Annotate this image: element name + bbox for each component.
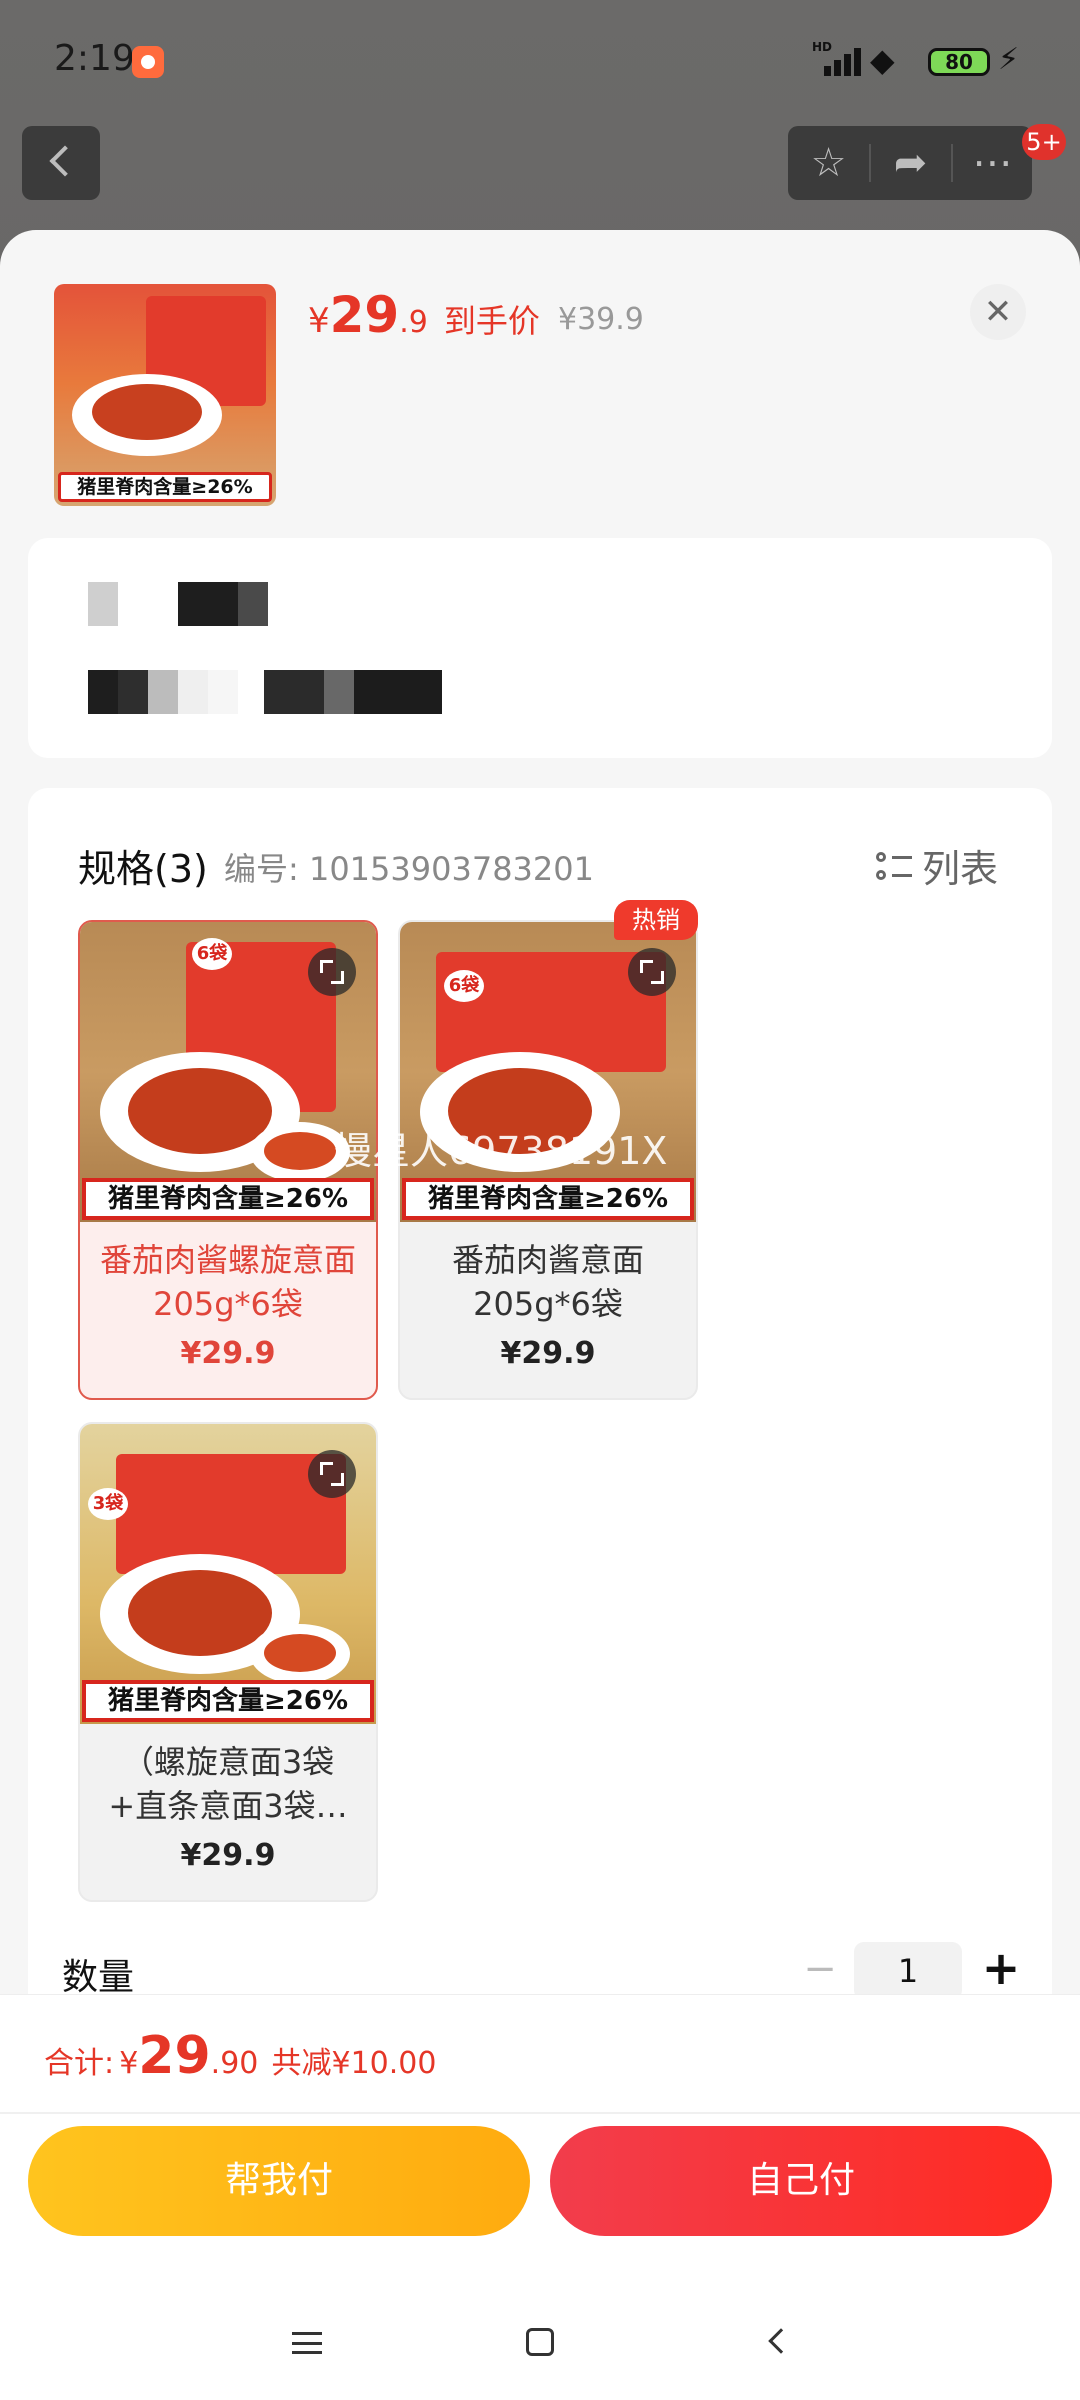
- sku-qty-tag: 6袋: [444, 970, 484, 1002]
- signal-icon: HD: [812, 40, 868, 76]
- final-price-label: 到手价: [443, 302, 540, 340]
- total-savings: 共减¥10.00: [271, 2046, 437, 2081]
- quantity-label: 数量: [62, 1957, 135, 1998]
- total-label: 合计:: [44, 2046, 115, 2081]
- recent-apps-icon[interactable]: [292, 2332, 322, 2354]
- quantity-plus-button[interactable]: +: [976, 1940, 1026, 1996]
- vpn-diamond-icon: ◆: [870, 41, 895, 79]
- sku-name: 番茄肉酱螺旋意面 205g*6袋: [99, 1241, 356, 1323]
- original-price: ¥39.9: [558, 302, 644, 337]
- sku-qty-tag: 3袋: [88, 1488, 128, 1520]
- close-icon: ✕: [983, 292, 1013, 332]
- final-price: ¥29.9 到手价: [308, 286, 540, 344]
- thumbnail-strip-label: 猪里脊肉含量≥26%: [58, 472, 272, 502]
- help-me-pay-button[interactable]: 帮我付: [28, 2126, 530, 2236]
- charging-icon: ⚡: [998, 42, 1020, 77]
- expand-icon[interactable]: [628, 948, 676, 996]
- sku-price: ¥29.9: [500, 1336, 596, 1371]
- quantity-input[interactable]: 1: [854, 1942, 962, 2000]
- favorite-star-icon[interactable]: ☆: [788, 126, 869, 200]
- sku-price: ¥29.9: [180, 1336, 276, 1371]
- spec-title: 规格(3): [78, 847, 208, 891]
- status-time: 2:19: [54, 38, 135, 79]
- status-bar: 2:19 HD ◆ 80 ⚡: [0, 0, 1080, 120]
- sku-name: 番茄肉酱意面 205g*6袋: [451, 1241, 644, 1323]
- address-card-redacted[interactable]: [28, 538, 1052, 758]
- nav-action-group: ☆ ➦ ⋯: [788, 126, 1032, 200]
- home-icon[interactable]: [526, 2328, 554, 2356]
- system-nav-bar: [0, 2284, 1080, 2400]
- expand-icon[interactable]: [308, 1450, 356, 1498]
- sku-option-1[interactable]: 6袋 猪里脊肉含量≥26% 番茄肉酱螺旋意面 205g*6袋 ¥29.9: [78, 920, 378, 1400]
- expand-icon[interactable]: [308, 948, 356, 996]
- notification-badge: 5+: [1022, 124, 1066, 160]
- spec-code: 编号: 10153903783201: [224, 850, 594, 888]
- sku-strip-label: 猪里脊肉含量≥26%: [402, 1178, 694, 1220]
- watermark: 慢星人69738191X: [334, 1129, 668, 1173]
- sku-price: ¥29.9: [180, 1838, 276, 1873]
- sku-name: （螺旋意面3袋 +直条意面3袋…: [108, 1743, 348, 1825]
- back-button[interactable]: [22, 126, 100, 200]
- close-button[interactable]: ✕: [970, 284, 1026, 340]
- sku-qty-tag: 6袋: [192, 938, 232, 970]
- sku-strip-label: 猪里脊肉含量≥26%: [82, 1680, 374, 1722]
- hot-sale-badge: 热销: [614, 900, 698, 940]
- battery-icon: 80: [928, 48, 990, 76]
- list-icon: [876, 850, 912, 886]
- system-back-icon[interactable]: [768, 2328, 794, 2354]
- app-notification-icon: [132, 46, 164, 78]
- quantity-minus-button[interactable]: −: [800, 1944, 840, 1994]
- pay-myself-button[interactable]: 自己付: [550, 2126, 1052, 2236]
- more-icon[interactable]: ⋯: [952, 126, 1033, 200]
- footer-divider: [0, 2112, 1080, 2114]
- product-thumbnail[interactable]: 猪里脊肉含量≥26%: [54, 284, 276, 506]
- total-price: 合计: ¥29.90 共减¥10.00: [44, 2026, 437, 2086]
- list-view-toggle[interactable]: 列表: [876, 838, 998, 893]
- sku-option-3[interactable]: 3袋 猪里脊肉含量≥26% （螺旋意面3袋 +直条意面3袋… ¥29.9: [78, 1422, 378, 1902]
- list-toggle-label: 列表: [922, 847, 999, 891]
- battery-level: 80: [945, 50, 973, 74]
- share-icon[interactable]: ➦: [870, 126, 951, 200]
- network-type-label: HD: [812, 40, 833, 54]
- sku-strip-label: 猪里脊肉含量≥26%: [82, 1178, 374, 1220]
